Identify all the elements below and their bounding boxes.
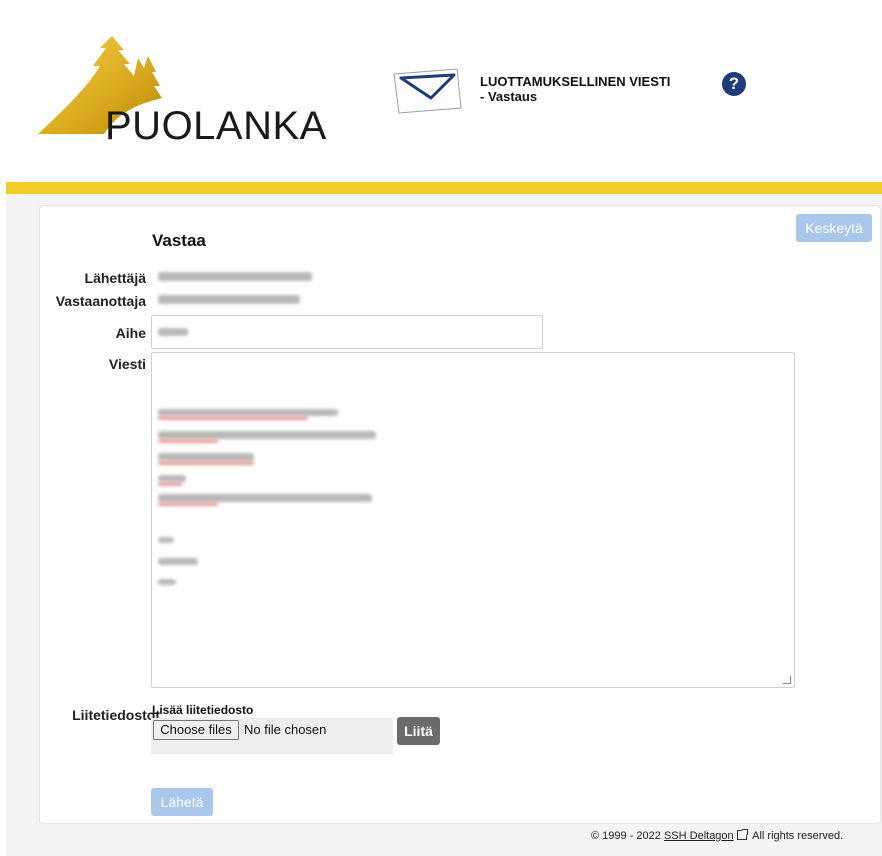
resize-grip-icon[interactable] (783, 676, 791, 684)
message-line-redacted (158, 439, 218, 443)
footer-copyright: © 1999 - 2022 (591, 830, 661, 842)
message-line-redacted (158, 461, 254, 465)
message-label: Viesti (108, 356, 146, 372)
message-line-redacted (158, 475, 186, 482)
message-line-redacted (158, 537, 174, 543)
recipient-label: Vastaanottaja (55, 293, 146, 309)
message-line-redacted (158, 579, 176, 585)
sender-value-redacted (158, 272, 312, 281)
choose-files-button[interactable]: Choose files (153, 720, 239, 740)
attach-button[interactable]: Liitä (397, 717, 440, 745)
page-title-line1: LUOTTAMUKSELLINEN VIESTI (480, 74, 671, 89)
message-textarea[interactable] (151, 352, 795, 688)
recipient-value-redacted (158, 295, 300, 304)
subject-value-redacted (158, 328, 188, 336)
external-link-icon (736, 829, 748, 840)
page-header: PUOLANKA LUOTTAMUKSELLINEN VIESTI - Vast… (0, 0, 882, 182)
logo-text: PUOLANKA (105, 104, 327, 148)
footer-rights: All rights reserved. (752, 830, 844, 842)
page-title-line2: - Vastaus (480, 89, 538, 104)
attachments-label: Liitetiedostot (72, 707, 160, 723)
ssh-deltagon-link[interactable]: SSH Deltagon (664, 830, 734, 842)
message-line-redacted (158, 409, 338, 416)
add-attachment-label: Lisää liitetiedosto (152, 703, 254, 717)
message-line-redacted (158, 431, 376, 439)
message-line-redacted (158, 502, 218, 506)
footer: © 1999 - 2022 SSH Deltagon All rights re… (591, 829, 844, 842)
subject-label: Aihe (115, 325, 146, 341)
help-icon[interactable]: ? (722, 72, 746, 96)
message-line-redacted (158, 558, 198, 565)
page-title: LUOTTAMUKSELLINEN VIESTI - Vastaus (480, 74, 670, 104)
message-line-redacted (158, 453, 254, 461)
message-line-redacted (158, 494, 372, 502)
form-heading: Vastaa (152, 231, 206, 250)
message-line-redacted (158, 416, 308, 420)
envelope-icon (391, 68, 465, 114)
file-status-text: No file chosen (244, 722, 327, 737)
message-line-redacted (158, 482, 182, 486)
cancel-button[interactable]: Keskeytä (796, 214, 872, 242)
send-button[interactable]: Lähetä (151, 788, 213, 816)
sender-label: Lähettäjä (84, 270, 146, 286)
subject-input[interactable] (151, 315, 543, 349)
accent-bar (6, 182, 882, 194)
